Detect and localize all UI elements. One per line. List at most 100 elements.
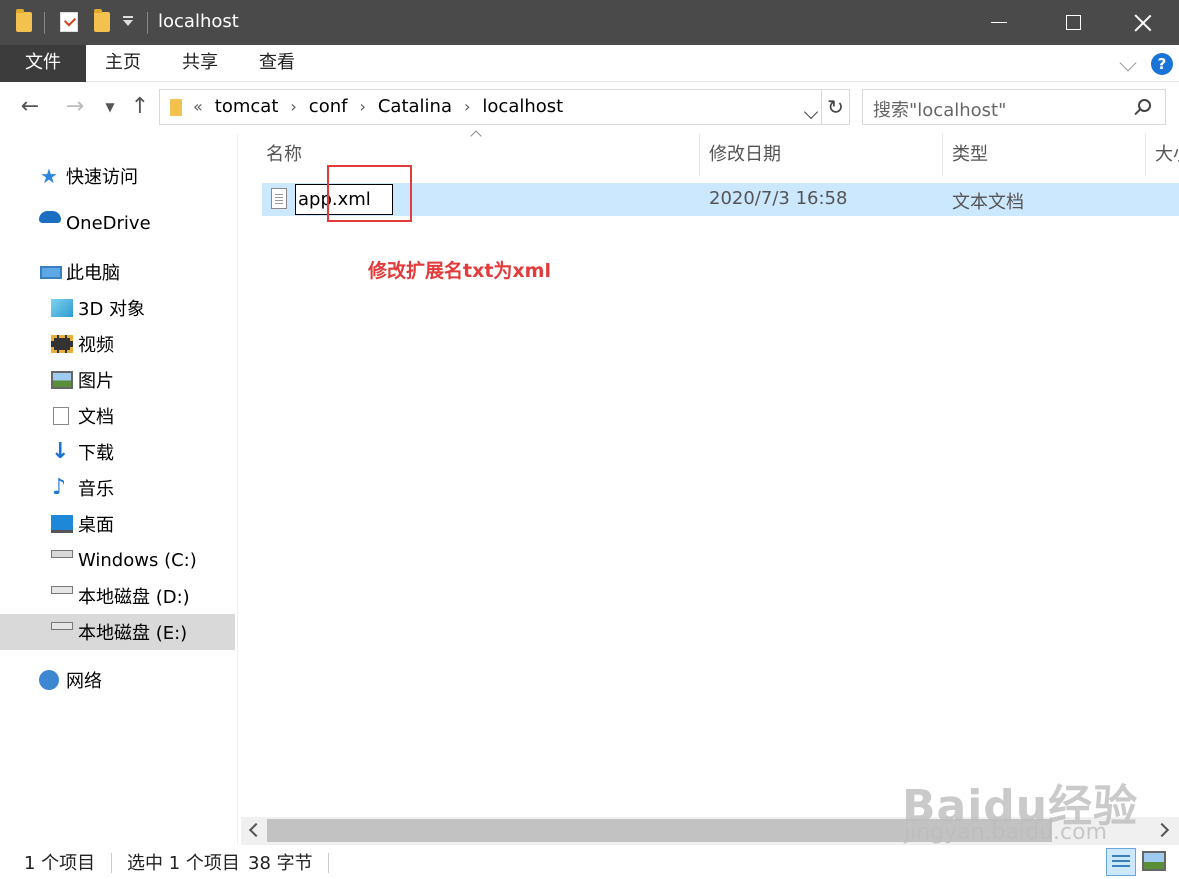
sidebar-item-network[interactable]: 网络 xyxy=(0,662,235,698)
search-input[interactable]: 搜索"localhost" xyxy=(862,89,1166,125)
close-icon xyxy=(1134,14,1152,32)
sidebar-item-label: 网络 xyxy=(66,671,102,692)
minimize-icon xyxy=(991,22,1007,23)
search-icon xyxy=(1138,99,1151,112)
divider xyxy=(147,12,148,34)
sidebar-item-quick-access[interactable]: ★ 快速访问 xyxy=(0,158,235,194)
status-bar: 1 个项目 选中 1 个项目 38 字节 xyxy=(0,845,1179,879)
watermark: Baidu经验 jingyan.baidu.com xyxy=(902,770,1138,845)
breadcrumb-separator[interactable]: › xyxy=(359,97,365,116)
sidebar-item-label: 本地磁盘 (E:) xyxy=(78,623,188,644)
column-divider[interactable] xyxy=(699,134,700,176)
selection-count: 选中 1 个项目 xyxy=(127,853,240,874)
sidebar-item-this-pc[interactable]: 此电脑 xyxy=(0,254,235,290)
sidebar-item-desktop[interactable]: 桌面 xyxy=(0,506,235,542)
file-type: 文本文档 xyxy=(952,192,1024,213)
highlight-box xyxy=(327,165,412,222)
computer-icon xyxy=(40,265,62,279)
file-list: 名称 修改日期 类型 大小 app.xml 2020/7/3 16:58 文本文… xyxy=(241,130,1179,817)
breadcrumb-separator[interactable]: › xyxy=(290,97,296,116)
scroll-right-icon[interactable] xyxy=(1154,822,1170,838)
watermark-url: jingyan.baidu.com xyxy=(904,820,1108,845)
sidebar-item-videos[interactable]: 视频 xyxy=(0,326,235,362)
desktop-icon xyxy=(51,515,73,533)
tab-view[interactable]: 查看 xyxy=(240,45,314,82)
breadcrumb-conf[interactable]: conf xyxy=(309,96,348,117)
pane-divider[interactable] xyxy=(237,134,238,845)
column-header-modified[interactable]: 修改日期 xyxy=(709,140,781,174)
sidebar-item-label: 3D 对象 xyxy=(78,299,146,320)
sidebar-item-music[interactable]: ♪ 音乐 xyxy=(0,470,235,506)
sidebar-item-3d-objects[interactable]: 3D 对象 xyxy=(0,290,235,326)
up-arrow-icon[interactable]: ↑ xyxy=(128,96,152,120)
drive-icon xyxy=(51,550,73,558)
column-header-type[interactable]: 类型 xyxy=(952,140,988,174)
divider xyxy=(111,853,112,873)
customize-toolbar-icon[interactable] xyxy=(123,16,133,26)
download-icon: ↓ xyxy=(51,439,70,464)
maximize-icon xyxy=(1065,15,1081,30)
details-view-icon[interactable] xyxy=(1106,848,1136,876)
sidebar-item-documents[interactable]: 文档 xyxy=(0,398,235,434)
drive-icon xyxy=(51,622,73,630)
sidebar-item-label: 下载 xyxy=(78,443,114,464)
tab-share[interactable]: 共享 xyxy=(163,45,237,82)
sidebar-item-label: 音乐 xyxy=(78,479,114,500)
text-file-icon xyxy=(271,188,287,209)
large-icons-view-icon[interactable] xyxy=(1142,851,1166,871)
drive-icon xyxy=(51,586,73,594)
navigation-bar: ← → ▼ ↑ « tomcat › conf › Catalina › loc… xyxy=(0,83,1179,133)
column-header-size[interactable]: 大小 xyxy=(1155,140,1179,174)
divider xyxy=(328,853,329,873)
sidebar-item-label: 桌面 xyxy=(78,515,114,536)
recent-locations-icon[interactable]: ▼ xyxy=(98,96,122,120)
back-arrow-icon[interactable]: ← xyxy=(18,96,42,120)
sidebar-item-drive-e[interactable]: 本地磁盘 (E:) xyxy=(0,614,235,650)
column-divider[interactable] xyxy=(942,134,943,176)
close-button[interactable] xyxy=(1108,0,1178,45)
selection-size: 38 字节 xyxy=(248,853,313,874)
search-placeholder: 搜索"localhost" xyxy=(873,100,1007,121)
divider xyxy=(44,12,45,34)
sidebar-item-label: OneDrive xyxy=(66,212,151,234)
pictures-icon xyxy=(51,371,73,389)
folder-icon xyxy=(170,99,182,116)
breadcrumb-localhost[interactable]: localhost xyxy=(482,96,563,117)
tab-file[interactable]: 文件 xyxy=(0,45,86,82)
breadcrumb-tomcat[interactable]: tomcat xyxy=(215,96,279,117)
address-dropdown-icon[interactable] xyxy=(803,104,819,120)
scroll-left-icon[interactable] xyxy=(248,822,264,838)
file-modified: 2020/7/3 16:58 xyxy=(709,188,848,209)
sidebar-item-label: 本地磁盘 (D:) xyxy=(78,587,190,608)
documents-icon xyxy=(53,407,69,425)
title-bar: localhost xyxy=(0,0,1179,45)
sidebar-item-downloads[interactable]: ↓ 下载 xyxy=(0,434,235,470)
expand-ribbon-icon[interactable] xyxy=(1119,54,1137,72)
sidebar-item-drive-d[interactable]: 本地磁盘 (D:) xyxy=(0,578,235,614)
video-icon xyxy=(51,335,73,353)
forward-arrow-icon[interactable]: → xyxy=(63,96,87,120)
address-bar[interactable]: « tomcat › conf › Catalina › localhost xyxy=(159,89,822,125)
maximize-button[interactable] xyxy=(1038,0,1108,45)
annotation-text: 修改扩展名txt为xml xyxy=(368,260,551,282)
column-header-name[interactable]: 名称 xyxy=(266,140,302,174)
music-icon: ♪ xyxy=(52,475,67,500)
column-divider[interactable] xyxy=(1145,134,1146,176)
navigation-pane: ★ 快速访问 OneDrive 此电脑 3D 对象 视频 图片 文档 ↓ 下载 … xyxy=(0,134,238,845)
sidebar-item-label: 图片 xyxy=(78,371,114,392)
help-icon[interactable]: ? xyxy=(1151,53,1173,75)
sidebar-item-label: 文档 xyxy=(78,407,114,428)
refresh-icon: ↻ xyxy=(827,95,844,119)
window-title: localhost xyxy=(158,11,239,32)
cloud-icon xyxy=(39,211,61,223)
minimize-button[interactable] xyxy=(964,0,1034,45)
sidebar-item-pictures[interactable]: 图片 xyxy=(0,362,235,398)
sidebar-item-label: 此电脑 xyxy=(66,263,120,284)
sidebar-item-onedrive[interactable]: OneDrive xyxy=(0,205,235,241)
tab-home[interactable]: 主页 xyxy=(86,45,160,82)
breadcrumb-catalina[interactable]: Catalina xyxy=(378,96,452,117)
refresh-button[interactable]: ↻ xyxy=(822,89,850,125)
sidebar-item-drive-c[interactable]: Windows (C:) xyxy=(0,542,235,578)
breadcrumb-overflow[interactable]: « xyxy=(193,97,203,116)
breadcrumb-separator[interactable]: › xyxy=(464,97,470,116)
